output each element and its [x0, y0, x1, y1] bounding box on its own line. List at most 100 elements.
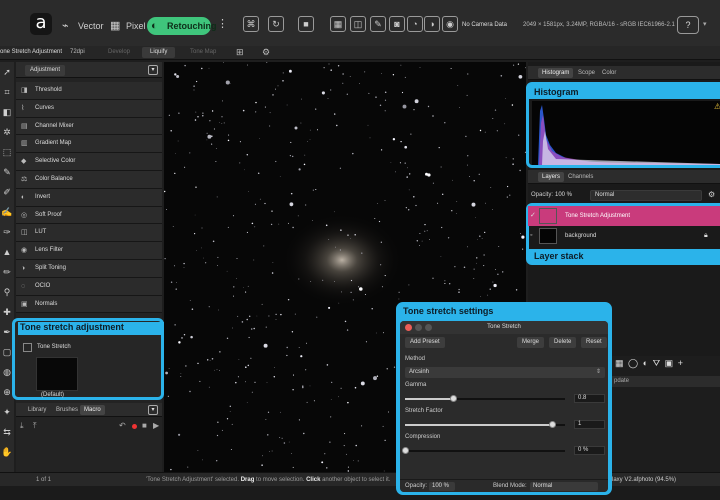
updates-tab[interactable]: pdate — [610, 376, 720, 387]
visibility-check-icon[interactable]: ✓ — [530, 206, 536, 226]
healing-tool-icon[interactable]: ✚ — [0, 302, 14, 322]
adjustment-item[interactable]: ◌ OCIO — [16, 277, 162, 296]
collapse-chevron-icon[interactable]: ▾ — [148, 405, 158, 415]
tab-histogram[interactable]: Histogram — [538, 68, 574, 78]
palette-icon[interactable]: ◉ — [442, 16, 458, 32]
quickmask-icon[interactable]: ◙ — [389, 16, 405, 32]
dialog-blend-mode-select[interactable]: Normal — [530, 482, 598, 491]
adjustment-item[interactable]: ◉ Lens Filter — [16, 242, 162, 260]
tab-adjustment[interactable]: Adjustment — [25, 65, 66, 76]
affinity-logo[interactable]: a — [30, 13, 52, 35]
export-icon[interactable]: ⊞ — [236, 47, 244, 58]
layer-row[interactable]: ◦ background 🔒︎ — [528, 226, 720, 246]
layer-tool-icon[interactable]: ◧ — [0, 102, 14, 122]
crop-tool-icon[interactable]: ⌗ — [0, 82, 14, 102]
color-picker-icon[interactable]: ✦ — [0, 402, 14, 422]
more-menu-icon[interactable]: ⋮ — [217, 17, 228, 30]
slider-knob[interactable] — [450, 395, 457, 402]
reset-button[interactable]: Reset — [581, 337, 607, 348]
lock-icon[interactable]: 🔒︎ — [704, 226, 708, 246]
record-icon[interactable] — [132, 424, 137, 429]
move-tool-icon[interactable]: ➚ — [0, 62, 14, 82]
layer-row[interactable]: ✓ Tone Stretch Adjustment — [528, 206, 720, 226]
warning-icon[interactable]: ⚠ — [714, 102, 720, 111]
add-preset-button[interactable]: Add Preset — [405, 337, 445, 348]
brush-icon[interactable]: ✎ — [370, 16, 386, 32]
method-select[interactable]: Arcsinh ⇕ — [405, 367, 605, 378]
chevron-down-icon[interactable]: ▾ — [703, 20, 707, 28]
stretch-factor-value[interactable]: 1 — [574, 420, 605, 429]
tab-library[interactable]: Library — [24, 405, 50, 415]
stretch-factor-slider[interactable] — [405, 421, 565, 428]
tab-layers[interactable]: Layers — [538, 172, 565, 182]
play-icon[interactable]: ▶ — [153, 421, 159, 430]
filter-icon[interactable]: ⛛ — [653, 358, 662, 368]
adjustment-item[interactable]: ◆ Selective Color — [16, 153, 162, 171]
gamma-slider[interactable] — [405, 395, 565, 402]
dodge-tool-icon[interactable]: ✏ — [0, 262, 14, 282]
dialog-opacity-select[interactable]: 100 % — [429, 482, 455, 491]
merge-button[interactable]: Merge — [517, 337, 545, 348]
assistant-icon[interactable]: ⌘ — [243, 16, 259, 32]
grid-icon[interactable]: ▦ — [330, 16, 346, 32]
stamp-tool-icon[interactable]: ⚲ — [0, 282, 14, 302]
undo-icon[interactable]: ↶ — [119, 421, 126, 430]
minimize-icon[interactable] — [415, 324, 422, 331]
tone-map-button[interactable]: Tone Map — [182, 47, 224, 58]
adjustment-icon[interactable]: ◐ — [643, 358, 649, 368]
smudge-tool-icon[interactable]: ✍ — [0, 202, 14, 222]
zoom-icon[interactable] — [425, 324, 432, 331]
stop-icon[interactable]: ■ — [142, 421, 147, 430]
tab-scope[interactable]: Scope — [574, 68, 599, 78]
compression-slider[interactable] — [402, 447, 565, 454]
adjustment-item[interactable]: ⌇ Curves — [16, 99, 162, 118]
adjustment-item[interactable]: ▥ Gradient Map — [16, 135, 162, 154]
tone-icon[interactable]: ◑ — [424, 16, 440, 32]
tab-brushes[interactable]: Brushes — [52, 405, 82, 415]
delete-button[interactable]: Delete — [549, 337, 577, 348]
mode-icon[interactable]: ■ — [298, 16, 314, 32]
tab-channels[interactable]: Channels — [564, 172, 597, 182]
liquify-button[interactable]: Liquify — [142, 47, 176, 58]
close-icon[interactable] — [405, 324, 412, 331]
compression-value[interactable]: 0 % — [574, 446, 605, 455]
paint-tool-icon[interactable]: ✎ — [0, 162, 14, 182]
color-icon[interactable]: ◔ — [407, 16, 423, 32]
slider-knob[interactable] — [402, 447, 409, 454]
brush-tool-icon[interactable]: ✐ — [0, 182, 14, 202]
persona-vector-button[interactable]: ⌁ Vector — [58, 17, 112, 35]
develop-button[interactable]: Develop — [100, 47, 138, 58]
rotate-icon[interactable]: ↻ — [268, 16, 284, 32]
opacity-value[interactable]: 100 % — [555, 192, 572, 198]
circle-icon[interactable]: ◯ — [628, 358, 639, 368]
slider-knob[interactable] — [549, 421, 557, 428]
adjustment-item[interactable]: ◎ Soft Proof — [16, 206, 162, 225]
gamma-value[interactable]: 0.8 — [574, 394, 605, 403]
export-icon[interactable]: ⤒ — [33, 421, 37, 431]
selection-icon[interactable]: ◫ — [350, 16, 366, 32]
group-icon[interactable]: ▣ — [665, 358, 675, 368]
adjustment-item[interactable]: ⚖ Color Balance — [16, 170, 162, 189]
collapse-chevron-icon[interactable]: ▾ — [148, 65, 158, 75]
help-button[interactable]: ? — [677, 16, 699, 34]
tab-macro[interactable]: Macro — [80, 405, 105, 415]
blend-mode-select[interactable]: Normal — [590, 190, 702, 201]
preset-thumbnail[interactable] — [36, 357, 78, 391]
adjustment-item[interactable]: ◐ Invert — [16, 188, 162, 207]
swap-color-icon[interactable]: ⇆ — [0, 422, 14, 442]
adjustment-item[interactable]: ◫ LUT — [16, 224, 162, 243]
adjustment-item[interactable]: ▣ Normals — [16, 295, 162, 314]
fill-tool-icon[interactable]: ▲ — [0, 242, 14, 262]
clone-tool-icon[interactable]: ✲ — [0, 122, 14, 142]
adjustment-item[interactable]: ▤ Channel Mixer — [16, 117, 162, 136]
add-layer-icon[interactable]: + — [678, 358, 684, 368]
retouch-tool-icon[interactable]: ✑ — [0, 222, 14, 242]
adjustment-item[interactable]: ◨ Threshold — [16, 82, 162, 100]
persona-retouching-button[interactable]: ◐ Retouching — [147, 17, 217, 35]
gear-icon[interactable]: ⚙ — [262, 47, 270, 58]
mask-icon[interactable]: ▦ — [615, 358, 625, 368]
gear-icon[interactable]: ⚙ — [708, 190, 715, 199]
tab-color[interactable]: Color — [598, 68, 620, 78]
adjustment-item[interactable]: ◑ Split Toning — [16, 259, 162, 278]
marquee-tool-icon[interactable]: ⬚ — [0, 142, 14, 162]
